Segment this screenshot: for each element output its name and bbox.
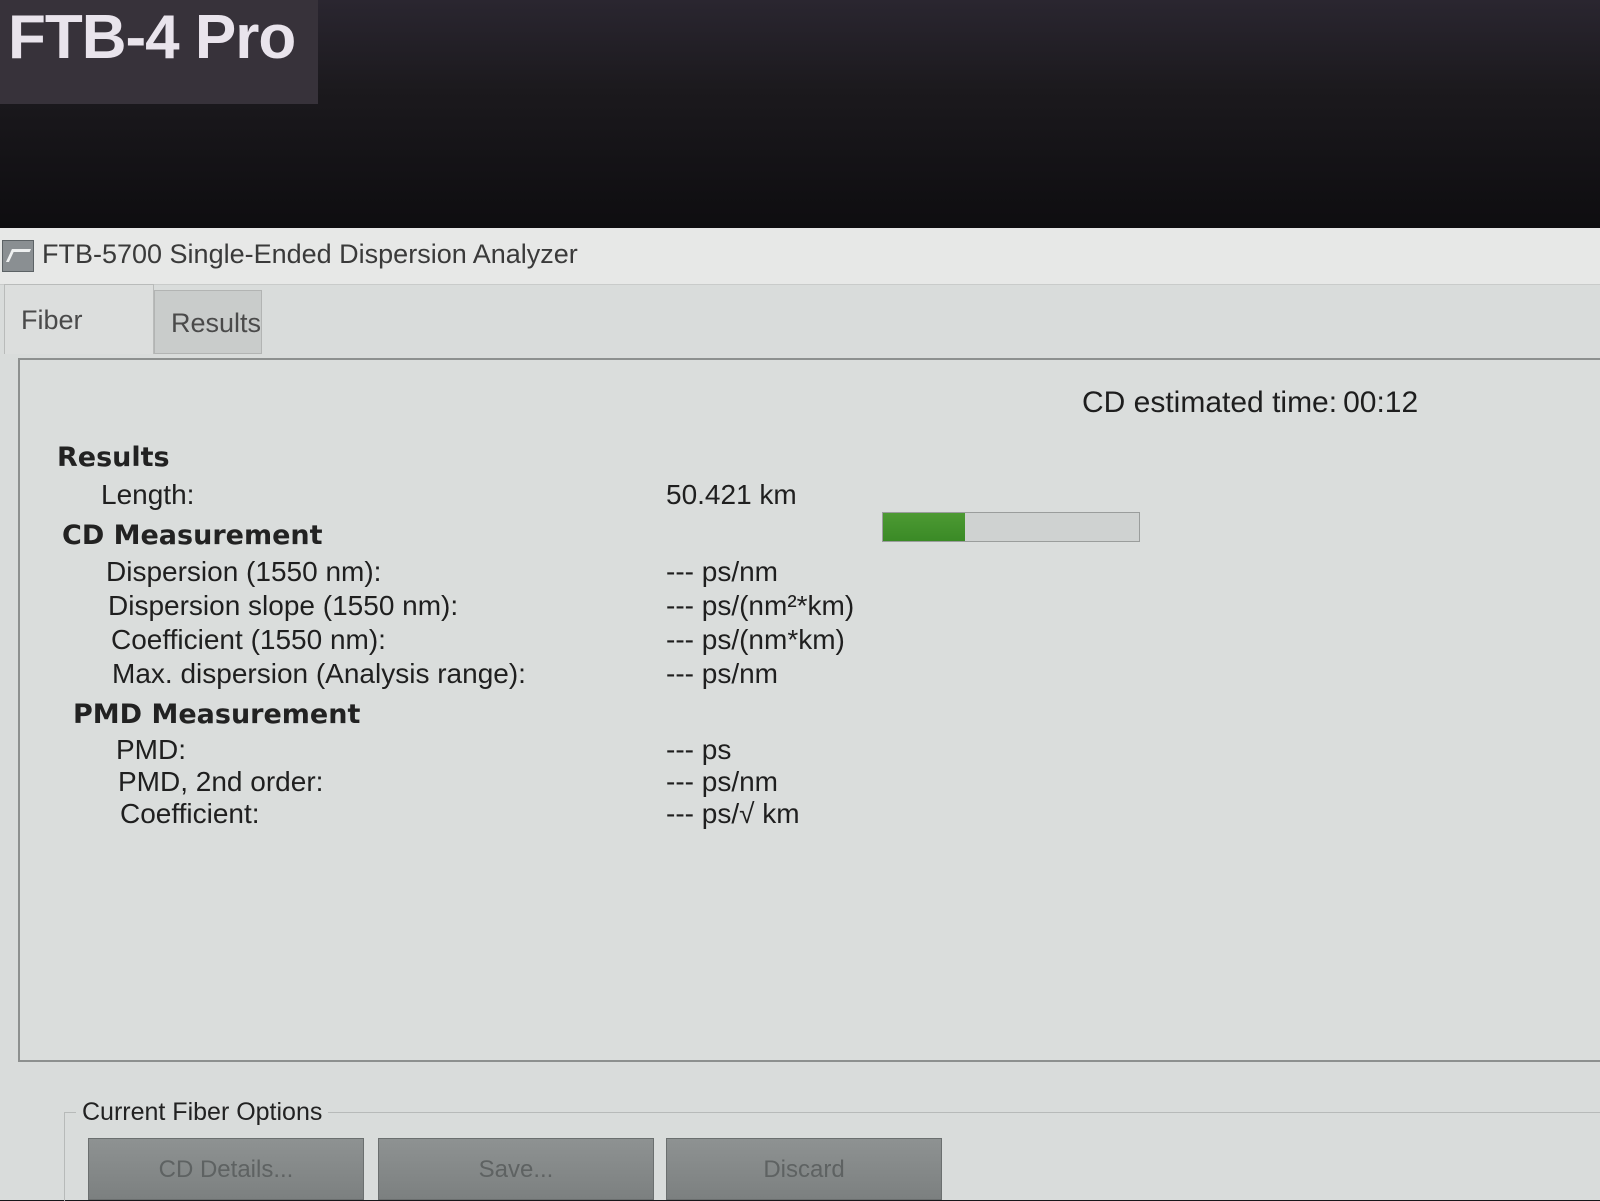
cd-details-button[interactable]: CD Details...: [88, 1138, 364, 1200]
results-heading: Results: [57, 442, 170, 473]
discard-button[interactable]: Discard: [666, 1138, 942, 1200]
cd-estimated-time: CD estimated time: 00:12: [1082, 386, 1418, 420]
length-value: 50.421 km: [666, 479, 797, 510]
tab-fiber-test[interactable]: Fiber Test: [4, 284, 154, 405]
cd-max-dispersion-label: Max. dispersion (Analysis range):: [112, 658, 526, 689]
length-label: Length:: [101, 479, 195, 510]
fiber-options-title: Current Fiber Options: [76, 1098, 329, 1127]
window-title: FTB-5700 Single-Ended Dispersion Analyze…: [42, 239, 578, 269]
tab-bar: Fiber Test Results: [0, 284, 1600, 405]
cd-coefficient-label: Coefficient (1550 nm):: [111, 624, 386, 655]
progress-fill: [883, 513, 965, 541]
cd-dispersion-label: Dispersion (1550 nm):: [106, 556, 382, 587]
pmd-label: PMD:: [116, 734, 186, 765]
cd-dispersion-slope-label: Dispersion slope (1550 nm):: [108, 590, 459, 621]
pmd-coefficient-value: --- ps/√ km: [666, 798, 800, 829]
cd-dispersion-slope-value: --- ps/(nm²*km): [666, 590, 855, 621]
tab-results[interactable]: Results: [154, 290, 262, 354]
pmd-value: --- ps: [666, 734, 732, 765]
cd-max-dispersion-value: --- ps/nm: [666, 658, 778, 689]
estimated-time-value: 00:12: [1343, 386, 1419, 419]
pmd-coefficient-label: Coefficient:: [120, 798, 260, 829]
estimated-time-label: CD estimated time:: [1082, 386, 1338, 419]
device-label-text: FTB-4 Pro: [8, 3, 296, 72]
cd-measurement-heading: CD Measurement: [62, 520, 323, 551]
cd-coefficient-value: --- ps/(nm*km): [666, 624, 845, 655]
pmd-2nd-order-label: PMD, 2nd order:: [118, 766, 324, 797]
save-button[interactable]: Save...: [378, 1138, 654, 1200]
app-icon: [2, 240, 34, 272]
pmd-2nd-order-value: --- ps/nm: [666, 766, 778, 797]
progress-bar: [882, 512, 1140, 542]
cd-dispersion-value: --- ps/nm: [666, 556, 778, 587]
device-label: FTB-4 Pro: [0, 0, 318, 104]
title-bar: FTB-5700 Single-Ended Dispersion Analyze…: [0, 228, 1600, 285]
pmd-measurement-heading: PMD Measurement: [73, 699, 361, 730]
